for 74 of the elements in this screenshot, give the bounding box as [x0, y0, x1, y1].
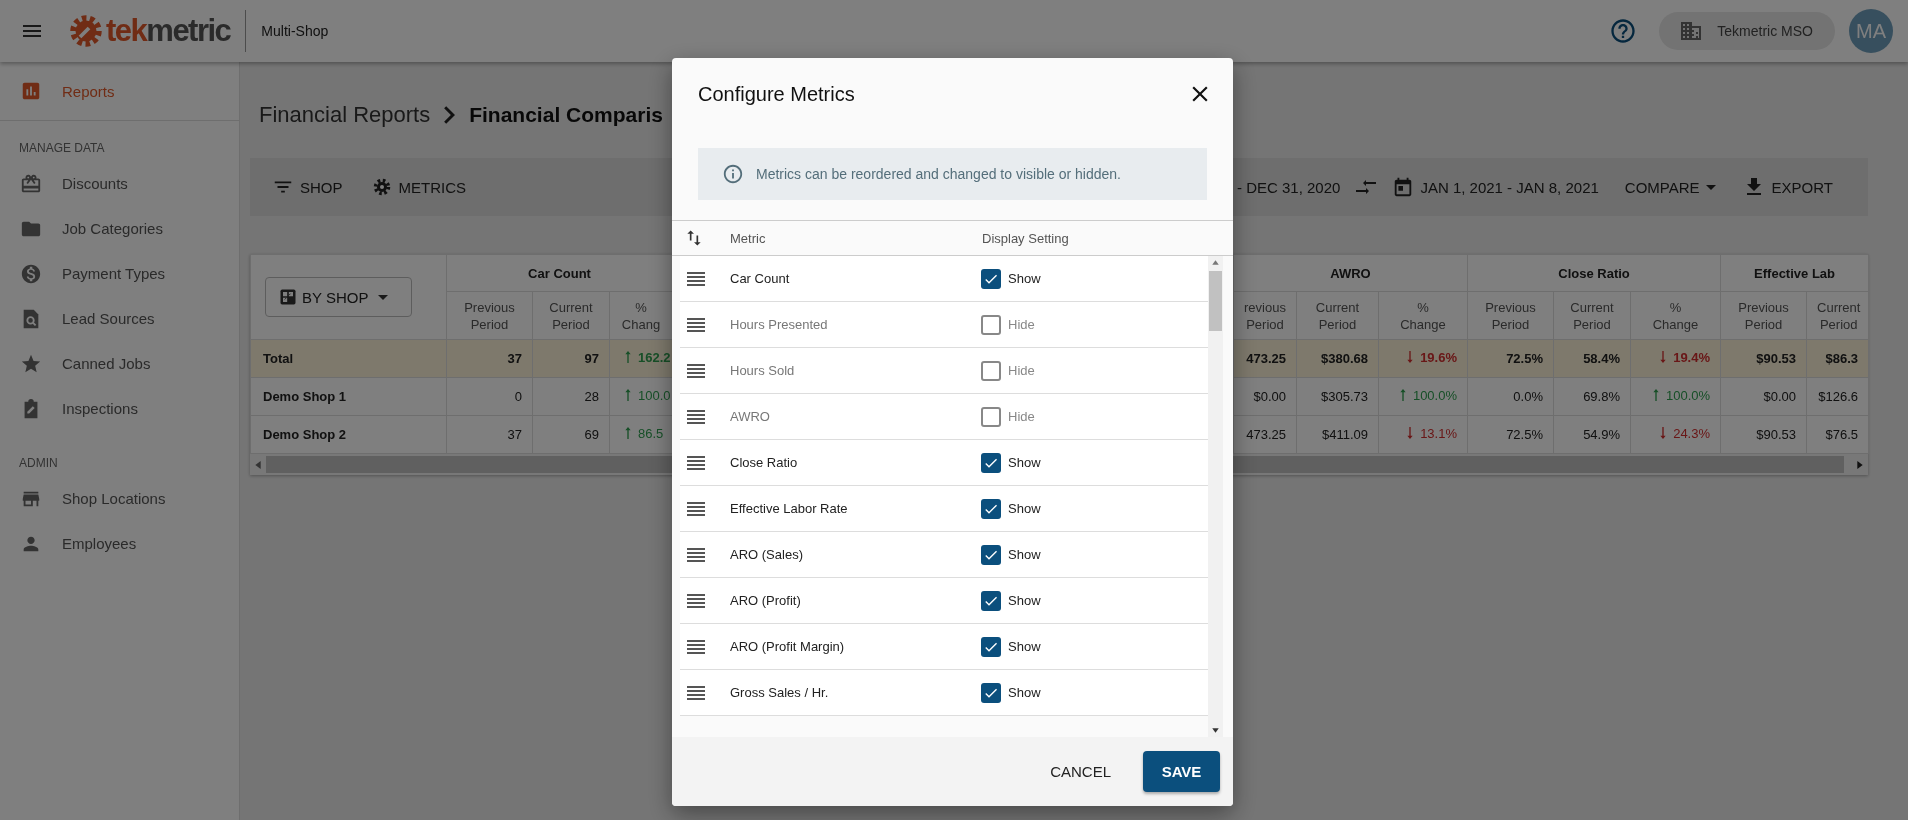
table-cell: 13.1% [1378, 415, 1468, 454]
table-cell: 19.4% [1630, 339, 1721, 378]
display-setting-label: Hide [1008, 317, 1035, 332]
display-setting-label: Show [1008, 685, 1041, 700]
column-header: Current Period [532, 291, 610, 340]
table-cell: 72.5% [1467, 339, 1554, 378]
table-cell: $126.6 [1806, 377, 1869, 416]
table-cell: 100.0% [1378, 377, 1468, 416]
column-header: Previous Period [1720, 291, 1807, 340]
metric-name: ARO (Sales) [730, 547, 804, 562]
column-group-header: Effective Lab [1720, 254, 1869, 292]
display-setting-label: Hide [1008, 363, 1035, 378]
table-cell: 69 [532, 415, 610, 454]
display-setting-label: Show [1008, 271, 1041, 286]
table-cell: $90.53 [1720, 415, 1807, 454]
table-cell: $76.5 [1806, 415, 1869, 454]
display-setting-label: Show [1008, 455, 1041, 470]
column-header: Display Setting [982, 230, 1069, 246]
table-cell: $380.68 [1296, 339, 1379, 378]
table-cell: 19.6% [1378, 339, 1468, 378]
column-header: Current Period [1806, 291, 1869, 340]
column-header: Current Period [1296, 291, 1379, 340]
display-setting-label: Show [1008, 593, 1041, 608]
table-cell: 69.8% [1553, 377, 1631, 416]
dialog-title: Configure Metrics [698, 82, 855, 106]
metric-name: Effective Labor Rate [730, 501, 849, 516]
section-label: MANAGE DATA [18, 140, 106, 157]
column-group-header: AWRO [1233, 254, 1468, 292]
row-label: Demo Shop 2 [250, 415, 447, 454]
column-group-header: Close Ratio [1467, 254, 1721, 292]
column-header: Metric [730, 230, 766, 246]
table-cell: 37 [446, 415, 533, 454]
column-header: Previous Period [446, 291, 533, 340]
metric-name: Close Ratio [730, 455, 799, 470]
table-cell: $0.00 [1720, 377, 1807, 416]
table-cell: 473.25 [1233, 339, 1297, 378]
display-setting-label: Show [1008, 547, 1041, 562]
column-header: Current Period [1553, 291, 1631, 340]
table-cell: 100.0% [1630, 377, 1721, 416]
table-cell: $305.73 [1296, 377, 1379, 416]
row-label: Demo Shop 1 [250, 377, 447, 416]
table-cell: 0 [446, 377, 533, 416]
column-header: Previous Period [1467, 291, 1554, 340]
table-cell: 162.2 [609, 339, 673, 378]
table-cell: 97 [532, 339, 610, 378]
column-header: % Change [1630, 291, 1721, 340]
logo-text: tekmetric [106, 13, 231, 49]
info-text: Metrics can be reordered and changed to visible or hidden. [756, 166, 1121, 182]
table-cell: 0.0% [1467, 377, 1554, 416]
table-cell: 72.5% [1467, 415, 1554, 454]
metric-name: AWRO [730, 409, 771, 424]
display-setting-label: Show [1008, 501, 1041, 516]
column-header: % Change [1378, 291, 1468, 340]
row-label: Total [250, 339, 447, 378]
metric-name: Car Count [730, 271, 791, 286]
display-setting-label: Hide [1008, 409, 1035, 424]
table-cell: $86.3 [1806, 339, 1869, 378]
section-label: ADMIN [18, 455, 59, 472]
metric-name: ARO (Profit Margin) [730, 639, 846, 654]
metric-name: ARO (Profit) [730, 593, 802, 608]
metric-name: Gross Sales / Hr. [730, 685, 830, 700]
breadcrumb-item: Financial Comparis [469, 103, 663, 127]
display-setting-label: Show [1008, 639, 1041, 654]
table-cell: 58.4% [1553, 339, 1631, 378]
metric-name: Hours Presented [730, 317, 829, 332]
table-cell: 28 [532, 377, 610, 416]
column-group-header: Car Count [446, 254, 673, 292]
app-name: Multi-Shop [261, 23, 329, 39]
table-cell: 37 [446, 339, 533, 378]
table-cell: $90.53 [1720, 339, 1807, 378]
table-cell: 54.9% [1553, 415, 1631, 454]
table-cell: $411.09 [1296, 415, 1379, 454]
table-cell: 24.3% [1630, 415, 1721, 454]
metric-name: Hours Sold [730, 363, 796, 378]
